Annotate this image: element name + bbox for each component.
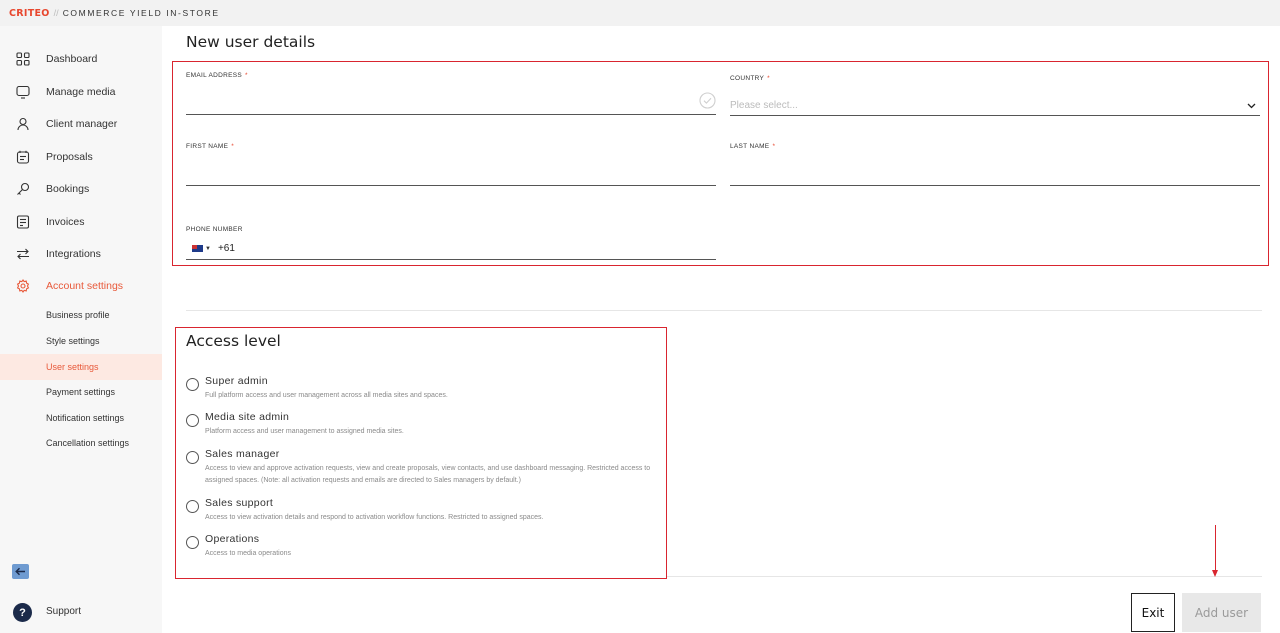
access-option-title: Operations (205, 533, 260, 545)
sidebar-item-account-settings[interactable]: Account settings (0, 271, 162, 301)
sidebar-subitem-style-settings[interactable]: Style settings (0, 328, 162, 354)
chevron-down-icon (1247, 103, 1256, 109)
radio-button[interactable] (186, 378, 199, 391)
collapse-sidebar-button[interactable] (12, 564, 29, 579)
sidebar-subitem-payment-settings[interactable]: Payment settings (0, 379, 162, 405)
australia-flag-icon[interactable] (192, 245, 203, 252)
section-divider (186, 310, 1262, 311)
sidebar-subitem-label: User settings (46, 362, 99, 372)
email-label: EMAIL ADDRESS * (186, 72, 248, 79)
add-user-button[interactable]: Add user (1182, 593, 1261, 632)
access-option-title: Media site admin (205, 411, 290, 423)
country-label-text: COUNTRY (730, 75, 765, 82)
annotation-arrow-line (1215, 525, 1216, 571)
footer-divider (667, 576, 1262, 577)
swap-arrows-icon (17, 248, 29, 260)
arrow-left-icon (15, 567, 25, 576)
sidebar-item-label: Proposals (46, 151, 93, 163)
sidebar-item-label: Invoices (46, 216, 85, 228)
country-label: COUNTRY * (730, 75, 770, 82)
page-title: New user details (186, 33, 316, 51)
phone-label: PHONE NUMBER (186, 226, 243, 233)
top-bar: CRITEO // COMMERCE YIELD IN-STORE (0, 0, 1280, 26)
sidebar-item-bookings[interactable]: Bookings (0, 174, 162, 204)
required-mark: * (767, 75, 770, 82)
grid-icon (16, 52, 30, 66)
proposal-icon (16, 150, 30, 164)
last-name-field[interactable] (730, 166, 1260, 186)
help-icon[interactable]: ? (13, 603, 32, 622)
brand-logo[interactable]: CRITEO (9, 8, 50, 19)
brand-separator: // (53, 8, 59, 18)
sidebar-subitem-label: Business profile (46, 310, 110, 320)
check-circle-icon (699, 92, 716, 109)
product-name: COMMERCE YIELD IN-STORE (62, 8, 220, 18)
sidebar-item-label: Manage media (46, 86, 116, 98)
radio-button[interactable] (186, 451, 199, 464)
phone-field[interactable]: ▼ +61 (186, 238, 716, 260)
phone-country-code: +61 (217, 243, 235, 254)
sidebar-subitem-label: Style settings (46, 336, 100, 346)
sidebar: Dashboard Manage media Client manager Pr… (0, 26, 162, 633)
sidebar-item-integrations[interactable]: Integrations (0, 239, 162, 269)
first-name-label: FIRST NAME * (186, 143, 234, 150)
sidebar-item-client-manager[interactable]: Client manager (0, 109, 162, 139)
sidebar-item-label: Account settings (46, 280, 124, 292)
country-select[interactable]: Please select... (730, 96, 1260, 116)
key-icon (17, 182, 30, 195)
sidebar-subitem-label: Cancellation settings (46, 438, 130, 448)
sidebar-subitem-notification-settings[interactable]: Notification settings (0, 405, 162, 431)
radio-button[interactable] (186, 536, 199, 549)
access-option-description: Access to media operations (205, 550, 291, 557)
country-placeholder: Please select... (730, 100, 798, 111)
email-label-text: EMAIL ADDRESS (186, 72, 243, 79)
user-details-highlight (172, 61, 1269, 266)
sidebar-subitem-label: Notification settings (46, 413, 125, 423)
user-icon (17, 117, 29, 131)
access-option-title: Sales manager (205, 448, 280, 460)
sidebar-item-dashboard[interactable]: Dashboard (0, 44, 162, 74)
radio-button[interactable] (186, 414, 199, 427)
email-field[interactable] (186, 95, 716, 115)
sidebar-item-label: Client manager (46, 118, 118, 130)
access-option-title: Super admin (205, 375, 268, 387)
sidebar-subitem-business-profile[interactable]: Business profile (0, 302, 162, 328)
access-option-description: Access to view activation details and re… (205, 514, 544, 521)
sidebar-item-label: Dashboard (46, 53, 98, 65)
access-option-title: Sales support (205, 497, 274, 509)
access-option-description: Access to view and approve activation re… (205, 465, 651, 484)
radio-button[interactable] (186, 500, 199, 513)
last-name-label-text: LAST NAME (730, 143, 770, 150)
caret-down-icon[interactable]: ▼ (205, 246, 211, 252)
sidebar-subitem-user-settings[interactable]: User settings (0, 354, 162, 380)
gear-icon (16, 279, 30, 293)
required-mark: * (772, 143, 776, 150)
sidebar-subitem-cancellation-settings[interactable]: Cancellation settings (0, 430, 162, 456)
access-option-description: Full platform access and user management… (205, 392, 448, 399)
monitor-icon (16, 85, 30, 99)
sidebar-item-label: Bookings (46, 183, 90, 195)
sidebar-item-manage-media[interactable]: Manage media (0, 77, 162, 107)
access-level-title: Access level (186, 332, 281, 350)
sidebar-item-invoices[interactable]: Invoices (0, 207, 162, 237)
access-option-description: Platform access and user management to a… (205, 428, 404, 435)
exit-button[interactable]: Exit (1131, 593, 1175, 632)
annotation-arrow-head (1212, 570, 1218, 577)
required-mark: * (231, 143, 235, 150)
first-name-field[interactable] (186, 166, 716, 186)
first-name-label-text: FIRST NAME (186, 143, 229, 150)
sidebar-item-label: Integrations (46, 248, 101, 260)
last-name-label: LAST NAME * (730, 143, 775, 150)
invoice-icon (16, 215, 30, 229)
support-link[interactable]: Support (46, 606, 81, 617)
sidebar-item-proposals[interactable]: Proposals (0, 142, 162, 172)
sidebar-subitem-label: Payment settings (46, 387, 116, 397)
required-mark: * (245, 72, 248, 79)
